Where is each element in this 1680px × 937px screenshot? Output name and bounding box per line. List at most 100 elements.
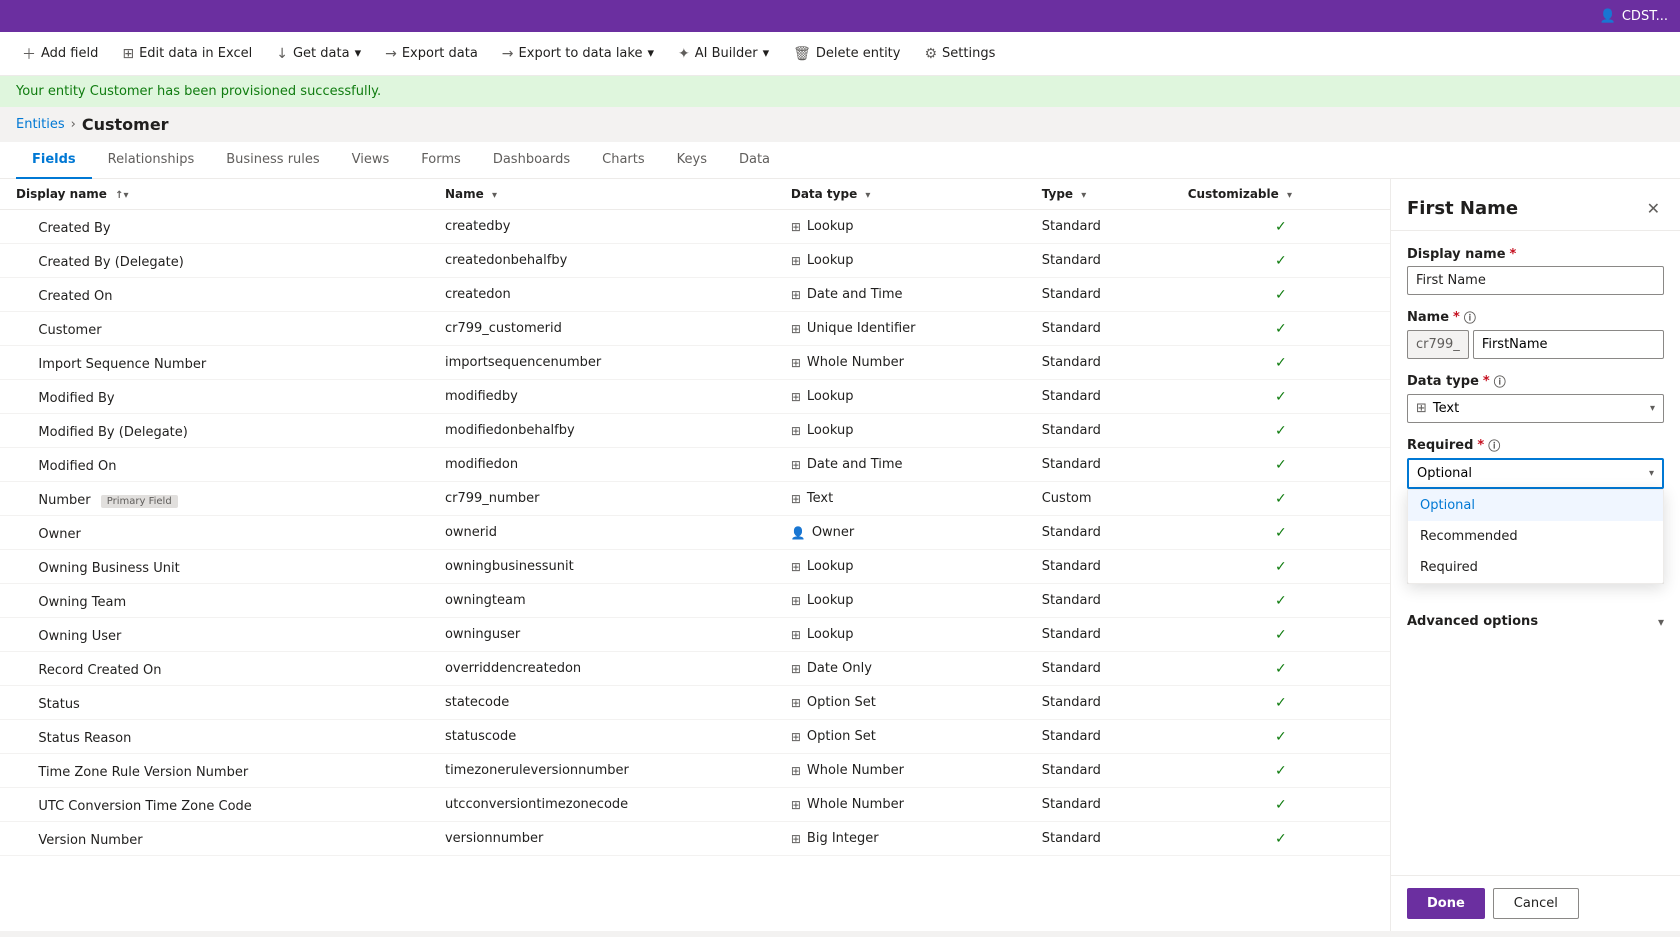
name-cell: owninguser — [429, 618, 775, 652]
done-button[interactable]: Done — [1407, 888, 1485, 919]
chevron-down-icon: ▾ — [1650, 403, 1655, 414]
checkmark-icon: ✓ — [1275, 559, 1287, 575]
display-name-cell: Created On — [38, 289, 112, 304]
data-type-cell: ⊞Lookup — [791, 389, 1010, 404]
data-type-label: Lookup — [807, 627, 854, 642]
table-row: ··· Status Reasonstatuscode⊞Option SetSt… — [0, 720, 1390, 754]
display-name-cell: Owning Business Unit — [38, 561, 179, 576]
success-banner: Your entity Customer has been provisione… — [0, 76, 1680, 107]
table-row: ··· Ownerownerid👤OwnerStandard✓ — [0, 516, 1390, 550]
checkmark-icon: ✓ — [1275, 729, 1287, 745]
tab-relationships[interactable]: Relationships — [92, 142, 211, 179]
type-cell: Standard — [1026, 822, 1172, 856]
required-star: * — [1510, 247, 1517, 262]
display-name-cell: Created By (Delegate) — [38, 255, 183, 270]
type-cell: Standard — [1026, 312, 1172, 346]
data-type-icon: ⊞ — [791, 560, 801, 574]
tab-business-rules[interactable]: Business rules — [210, 142, 335, 179]
display-name-group: Display name * — [1407, 247, 1664, 295]
type-cell: Standard — [1026, 652, 1172, 686]
data-type-icon: ⊞ — [791, 662, 801, 676]
name-cell: statuscode — [429, 720, 775, 754]
required-current-value: Optional — [1417, 466, 1472, 481]
name-cell: createdon — [429, 278, 775, 312]
close-panel-button[interactable]: ✕ — [1643, 195, 1664, 222]
tab-data[interactable]: Data — [723, 142, 786, 179]
cancel-button[interactable]: Cancel — [1493, 888, 1579, 919]
main-content: Display name ↑▾ Name ▾ Data type ▾ Type … — [0, 179, 1680, 931]
text-type-icon: ⊞ — [1416, 401, 1427, 416]
required-field-wrapper: Optional ▾ Optional Recommended Required — [1407, 458, 1664, 489]
data-type-info-icon[interactable]: ⓘ — [1494, 373, 1506, 390]
name-input[interactable] — [1473, 330, 1664, 359]
checkmark-icon: ✓ — [1275, 695, 1287, 711]
tabs-bar: Fields Relationships Business rules View… — [0, 142, 1680, 179]
fields-table: Display name ↑▾ Name ▾ Data type ▾ Type … — [0, 179, 1390, 856]
data-type-select[interactable]: ⊞ Text ▾ — [1407, 394, 1664, 423]
col-data-type[interactable]: Data type ▾ — [775, 179, 1026, 210]
name-prefix: cr799_ — [1407, 330, 1469, 359]
table-row: ··· Number Primary Fieldcr799_number⊞Tex… — [0, 482, 1390, 516]
checkmark-icon: ✓ — [1275, 661, 1287, 677]
col-customizable[interactable]: Customizable ▾ — [1172, 179, 1390, 210]
checkmark-icon: ✓ — [1275, 287, 1287, 303]
toolbar: ＋ Add field ⊞ Edit data in Excel ↓ Get d… — [0, 32, 1680, 76]
data-type-icon: 👤 — [791, 526, 806, 540]
table-row: ··· Record Created Onoverriddencreatedon… — [0, 652, 1390, 686]
data-type-label: Whole Number — [807, 797, 904, 812]
panel-title: First Name — [1407, 198, 1518, 219]
tab-keys[interactable]: Keys — [661, 142, 723, 179]
export-lake-button[interactable]: → Export to data lake ▾ — [492, 41, 664, 67]
data-icon: ↓ — [276, 46, 288, 62]
type-cell: Standard — [1026, 414, 1172, 448]
data-type-icon: ⊞ — [791, 424, 801, 438]
col-type[interactable]: Type ▾ — [1026, 179, 1172, 210]
breadcrumb-current: Customer — [82, 115, 169, 134]
data-type-cell: ⊞Text — [791, 491, 1010, 506]
table-row: ··· Owning Userowninguser⊞LookupStandard… — [0, 618, 1390, 652]
add-field-button[interactable]: ＋ Add field — [12, 39, 108, 69]
col-name[interactable]: Name ▾ — [429, 179, 775, 210]
required-select-open[interactable]: Optional ▾ — [1407, 458, 1664, 489]
delete-entity-button[interactable]: 🗑 Delete entity — [783, 41, 910, 67]
ai-builder-button[interactable]: ✦ AI Builder ▾ — [668, 41, 779, 67]
table-row: ··· Owning Teamowningteam⊞LookupStandard… — [0, 584, 1390, 618]
settings-button[interactable]: ⚙ Settings — [914, 41, 1005, 67]
data-type-icon: ⊞ — [791, 764, 801, 778]
option-recommended[interactable]: Recommended — [1408, 521, 1663, 552]
required-info-icon[interactable]: ⓘ — [1488, 437, 1500, 454]
data-type-cell: ⊞Whole Number — [791, 763, 1010, 778]
data-type-cell: ⊞Option Set — [791, 729, 1010, 744]
data-type-icon: ⊞ — [791, 628, 801, 642]
data-type-group: Data type * ⓘ ⊞ Text ▾ — [1407, 373, 1664, 423]
name-row: cr799_ — [1407, 330, 1664, 359]
edit-excel-button[interactable]: ⊞ Edit data in Excel — [112, 41, 262, 67]
tab-dashboards[interactable]: Dashboards — [477, 142, 586, 179]
breadcrumb-parent[interactable]: Entities — [16, 117, 65, 132]
data-type-cell: ⊞Lookup — [791, 219, 1010, 234]
option-required[interactable]: Required — [1408, 552, 1663, 583]
option-optional[interactable]: Optional — [1408, 490, 1663, 521]
data-type-icon: ⊞ — [791, 254, 801, 268]
data-type-label: Lookup — [807, 389, 854, 404]
export-icon: → — [385, 46, 397, 62]
tab-fields[interactable]: Fields — [16, 142, 92, 179]
data-type-label: Lookup — [807, 253, 854, 268]
data-type-required-star: * — [1483, 374, 1490, 389]
name-info-icon[interactable]: ⓘ — [1464, 309, 1476, 326]
tab-charts[interactable]: Charts — [586, 142, 661, 179]
tab-forms[interactable]: Forms — [405, 142, 477, 179]
get-data-button[interactable]: ↓ Get data ▾ — [266, 41, 371, 67]
checkmark-icon: ✓ — [1275, 593, 1287, 609]
type-cell: Standard — [1026, 754, 1172, 788]
table-row: ··· Modified Onmodifiedon⊞Date and TimeS… — [0, 448, 1390, 482]
tab-views[interactable]: Views — [336, 142, 406, 179]
data-type-icon: ⊞ — [791, 356, 801, 370]
checkmark-icon: ✓ — [1275, 321, 1287, 337]
export-data-button[interactable]: → Export data — [375, 41, 488, 67]
display-name-input[interactable] — [1407, 266, 1664, 295]
col-display-name[interactable]: Display name ↑▾ — [0, 179, 429, 210]
advanced-options-label: Advanced options — [1407, 614, 1538, 629]
breadcrumb: Entities › Customer — [0, 107, 1680, 142]
advanced-options-toggle[interactable]: Advanced options ▾ — [1407, 602, 1664, 633]
